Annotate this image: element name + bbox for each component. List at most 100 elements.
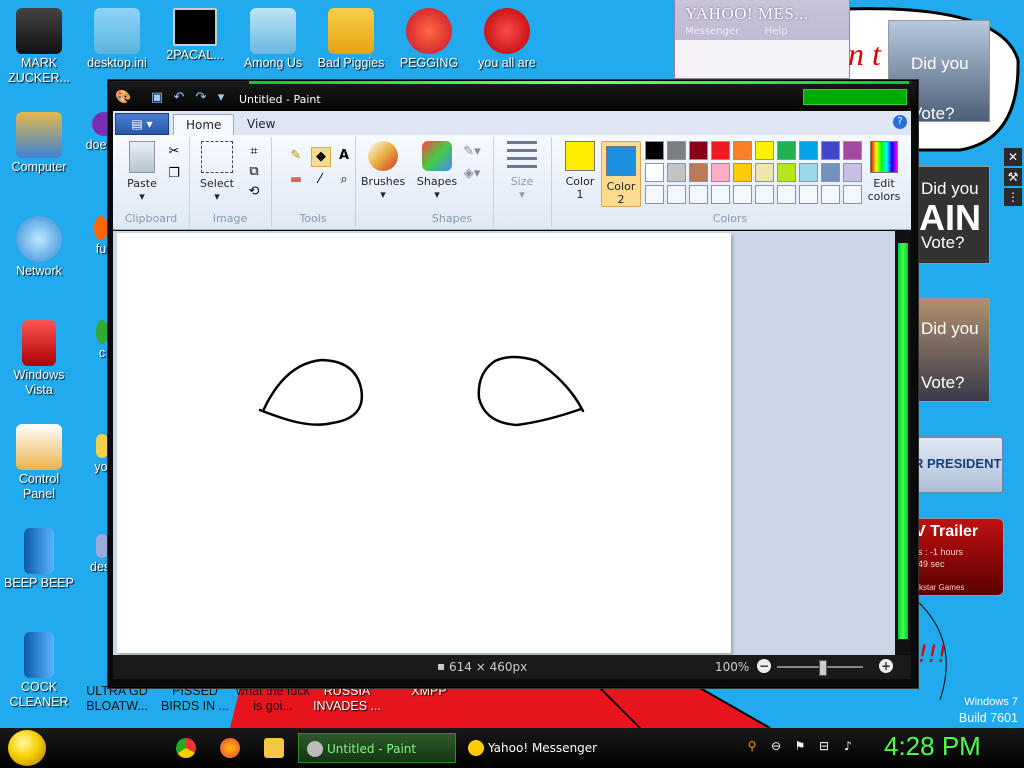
size-button[interactable]: Size ▾ xyxy=(501,141,543,201)
undo-icon[interactable]: ↶ xyxy=(171,91,187,105)
palette-swatch[interactable] xyxy=(843,163,862,182)
shapes-button[interactable]: Shapes ▾ xyxy=(415,141,459,201)
wrench-icon[interactable]: ⚒ xyxy=(1004,168,1022,186)
desktop-icon-windows-vista[interactable]: Windows Vista xyxy=(2,320,76,398)
palette-swatch[interactable] xyxy=(821,163,840,182)
firefox-icon[interactable] xyxy=(220,738,240,758)
window-controls[interactable] xyxy=(803,89,907,105)
palette-swatch[interactable] xyxy=(755,185,774,204)
zoom-in-button[interactable]: + xyxy=(879,659,893,673)
desktop-icon-among-us[interactable]: Among Us xyxy=(236,8,310,71)
palette-swatch[interactable] xyxy=(645,141,664,160)
fill-shape-icon[interactable]: ◈▾ xyxy=(463,165,481,183)
palette-swatch[interactable] xyxy=(799,163,818,182)
scrollbar-thumb[interactable] xyxy=(898,243,908,639)
palette-swatch[interactable] xyxy=(733,163,752,182)
palette-swatch[interactable] xyxy=(667,163,686,182)
palette-swatch[interactable] xyxy=(733,185,752,204)
text-icon[interactable]: A xyxy=(335,147,353,165)
desktop-icon-fu[interactable]: fu xyxy=(78,216,108,257)
desktop-icon-desktop-ini[interactable]: desktop.ini xyxy=(80,8,154,71)
paint-title-bar[interactable]: 🎨 ▣ ↶ ↷ ▾ Untitled - Paint xyxy=(109,81,917,111)
yahoo-menu-messenger[interactable]: Messenger xyxy=(685,26,739,37)
palette-swatch[interactable] xyxy=(777,141,796,160)
desktop-icon-russia-invades[interactable]: RUSSIA INVADES ... xyxy=(310,684,384,714)
brushes-button[interactable]: Brushes ▾ xyxy=(361,141,405,201)
desktop-icon-pissed-birds[interactable]: PISSED BIRDS IN ... xyxy=(158,684,232,714)
desktop-icon-des[interactable]: des xyxy=(80,534,108,575)
help-icon[interactable]: ? xyxy=(893,115,907,129)
search-icon[interactable]: ⚲ xyxy=(744,738,760,754)
desktop-icon-2pacal[interactable]: 2PACAL... xyxy=(158,8,232,63)
copy-icon[interactable]: ❐ xyxy=(165,165,183,183)
eraser-icon[interactable]: ▬ xyxy=(287,171,305,189)
palette-swatch[interactable] xyxy=(755,163,774,182)
desktop-icon-pegging[interactable]: PEGGING xyxy=(392,8,466,71)
start-button[interactable] xyxy=(8,730,46,766)
close-icon[interactable]: ✕ xyxy=(1004,148,1022,166)
palette-swatch[interactable] xyxy=(821,141,840,160)
select-button[interactable]: Select ▾ xyxy=(197,141,237,203)
tab-view[interactable]: View xyxy=(235,114,287,135)
cut-icon[interactable]: ✂ xyxy=(165,143,183,161)
taskbar-item-paint[interactable]: Untitled - Paint xyxy=(298,733,456,763)
desktop-icon-yo[interactable]: yo xyxy=(84,434,108,475)
palette-swatch[interactable] xyxy=(777,163,796,182)
customize-quick-access-icon[interactable]: ▾ xyxy=(213,91,229,105)
paint-menu-button[interactable]: ▤ ▾ xyxy=(115,113,169,135)
color-picker-icon[interactable]: ⁄ xyxy=(311,171,329,189)
desktop-icon-beep-beep[interactable]: BEEP BEEP xyxy=(2,528,76,591)
crop-icon[interactable]: ⌗ xyxy=(245,143,263,161)
pencil-icon[interactable]: ✎ xyxy=(287,147,305,165)
magnifier-icon[interactable]: ⌕ xyxy=(335,171,353,189)
desktop-icon-what-the[interactable]: what the fuck is goi... xyxy=(236,684,310,714)
palette-swatch[interactable] xyxy=(799,185,818,204)
palette-swatch[interactable] xyxy=(711,141,730,160)
color1-button[interactable]: Color 1 xyxy=(561,141,599,201)
chrome-icon[interactable] xyxy=(176,738,196,758)
volume-icon[interactable]: ♪ xyxy=(840,738,856,754)
desktop-icon-control-panel[interactable]: Control Panel xyxy=(2,424,76,502)
desktop-icon-c[interactable]: c xyxy=(86,320,108,361)
palette-swatch[interactable] xyxy=(645,185,664,204)
redo-icon[interactable]: ↷ xyxy=(193,91,209,105)
resize-icon[interactable]: ⧉ xyxy=(245,163,263,181)
desktop-icon-network[interactable]: Network xyxy=(2,216,76,279)
paste-button[interactable]: Paste ▾ xyxy=(121,141,163,203)
folder-icon[interactable] xyxy=(264,738,284,758)
network-icon[interactable]: ⊟ xyxy=(816,738,832,754)
desktop-icon-bad-piggies[interactable]: Bad Piggies xyxy=(314,8,388,71)
paint-window[interactable]: 🎨 ▣ ↶ ↷ ▾ Untitled - Paint ▤ ▾ Home View… xyxy=(108,80,918,688)
outline-icon[interactable]: ✎▾ xyxy=(463,143,481,161)
minus-icon[interactable]: ⊖ xyxy=(768,738,784,754)
palette-swatch[interactable] xyxy=(645,163,664,182)
desktop-icon-cock-cleaner[interactable]: COCK CLEANER xyxy=(2,632,76,710)
desktop-icon-ultra-gd[interactable]: ULTRA GD BLOATW... xyxy=(80,684,154,714)
vertical-scrollbar[interactable] xyxy=(895,231,911,655)
fill-icon[interactable]: ◆ xyxy=(311,147,331,167)
taskbar-item-yahoo[interactable]: Yahoo! Messenger xyxy=(460,733,618,763)
palette-swatch[interactable] xyxy=(667,185,686,204)
palette-swatch[interactable] xyxy=(711,185,730,204)
grip-icon[interactable]: ⋮ xyxy=(1004,188,1022,206)
palette-swatch[interactable] xyxy=(755,141,774,160)
edit-colors-button[interactable]: Edit colors xyxy=(863,141,905,203)
yahoo-messenger-window[interactable]: YAHOO! MES... Messenger Help xyxy=(674,0,850,79)
desktop-icon-mark-zuckerberg[interactable]: MARK ZUCKER... xyxy=(2,8,76,86)
color2-button[interactable]: Color 2 xyxy=(601,141,641,207)
palette-swatch[interactable] xyxy=(711,163,730,182)
zoom-out-button[interactable]: − xyxy=(757,659,771,673)
zoom-slider-thumb[interactable] xyxy=(819,660,827,676)
desktop-icon-computer[interactable]: Computer xyxy=(2,112,76,175)
palette-swatch[interactable] xyxy=(843,185,862,204)
palette-swatch[interactable] xyxy=(821,185,840,204)
palette-swatch[interactable] xyxy=(667,141,686,160)
canvas-workspace[interactable] xyxy=(113,231,895,655)
palette-swatch[interactable] xyxy=(733,141,752,160)
palette-swatch[interactable] xyxy=(689,141,708,160)
palette-swatch[interactable] xyxy=(799,141,818,160)
palette-swatch[interactable] xyxy=(689,185,708,204)
save-icon[interactable]: ▣ xyxy=(149,91,165,105)
palette-swatch[interactable] xyxy=(777,185,796,204)
yahoo-menu-help[interactable]: Help xyxy=(765,26,788,37)
